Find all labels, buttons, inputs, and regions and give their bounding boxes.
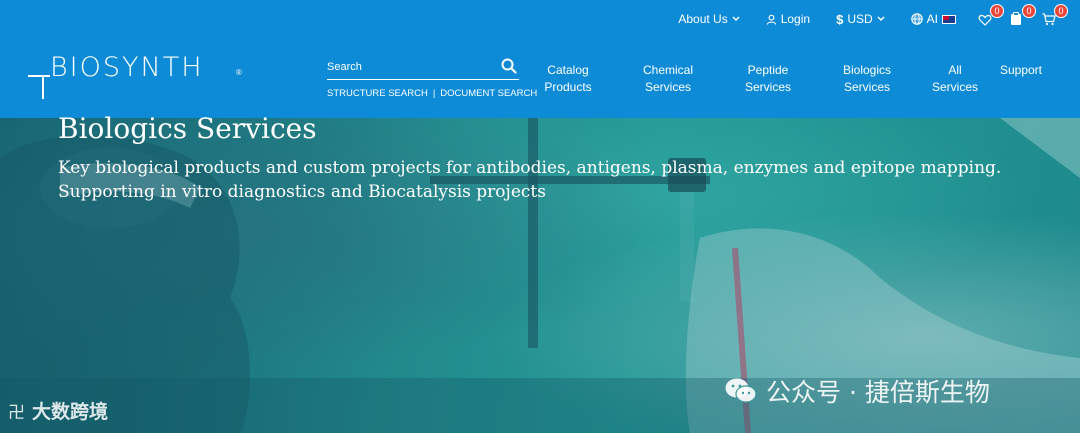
search-icon[interactable] bbox=[501, 58, 517, 74]
cart-count-badge: 0 bbox=[1054, 4, 1068, 18]
logo-mark bbox=[28, 75, 50, 99]
nav-item-label: Services bbox=[931, 80, 979, 94]
nav-item-label: Peptide bbox=[747, 63, 789, 77]
dollar-icon: $ bbox=[836, 11, 844, 27]
login-link[interactable]: Login bbox=[766, 12, 810, 26]
logo-text: BIOSYNTH bbox=[50, 52, 204, 83]
watermark-left-text: 大数跨境 bbox=[32, 401, 109, 423]
hero-subtitle-line-1: Key biological products and custom proje… bbox=[58, 158, 1002, 178]
nav-peptide-services[interactable]: Peptide Services bbox=[745, 62, 791, 96]
about-us-dropdown[interactable]: About Us bbox=[678, 12, 740, 26]
wechat-icon bbox=[725, 378, 757, 403]
watermark-logo-icon: 卍 bbox=[8, 403, 25, 423]
chevron-down-icon bbox=[732, 16, 740, 21]
wishlist-count-badge: 0 bbox=[990, 4, 1004, 18]
utility-bar: About Us Login $ USD AI 0 0 0 bbox=[678, 4, 1068, 30]
nav-item-label: Products bbox=[544, 80, 592, 94]
quote-button[interactable]: 0 bbox=[1010, 4, 1036, 28]
clipboard-icon bbox=[1011, 12, 1021, 25]
nav-item-label: Catalog bbox=[547, 63, 589, 77]
wishlist-button[interactable]: 0 bbox=[978, 4, 1004, 28]
biosynth-logo[interactable]: BIOSYNTH ® bbox=[28, 52, 250, 102]
cart-icon bbox=[1042, 13, 1056, 26]
hero-subtitle: Key biological products and custom proje… bbox=[58, 156, 1038, 204]
site-header: About Us Login $ USD AI 0 0 0 BIOSYNTH ®… bbox=[0, 0, 1080, 118]
nav-item-label: Biologics bbox=[842, 63, 892, 77]
language-selector[interactable]: AI bbox=[910, 12, 956, 26]
nav-item-label: Chemical bbox=[642, 63, 694, 77]
watermark-right-text: 公众号 · 捷倍斯生物 bbox=[766, 378, 990, 407]
watermark-left: 卍 大数跨境 bbox=[8, 397, 108, 424]
nav-item-label: Support bbox=[999, 63, 1043, 77]
currency-selector[interactable]: $ USD bbox=[836, 12, 885, 27]
nav-item-label: All bbox=[948, 63, 962, 77]
chevron-down-icon bbox=[877, 16, 885, 21]
search-links: STRUCTURE SEARCH | DOCUMENT SEARCH bbox=[327, 88, 537, 99]
search-links-separator: | bbox=[432, 88, 436, 99]
search-input[interactable] bbox=[327, 56, 497, 78]
user-icon bbox=[766, 14, 776, 25]
watermark-right: 公众号 · 捷倍斯生物 bbox=[724, 373, 990, 409]
registered-mark: ® bbox=[236, 68, 242, 77]
hero-title: Biologics Services bbox=[58, 112, 317, 145]
flag-icon bbox=[942, 14, 956, 24]
globe-icon bbox=[910, 13, 923, 25]
quote-count-badge: 0 bbox=[1022, 4, 1036, 18]
heart-icon bbox=[978, 14, 992, 26]
nav-item-label: Services bbox=[744, 80, 792, 94]
nav-catalog-products[interactable]: Catalog Products bbox=[544, 62, 591, 96]
cart-button[interactable]: 0 bbox=[1042, 4, 1068, 28]
nav-biologics-services[interactable]: Biologics Services bbox=[843, 62, 891, 96]
nav-item-label: Services bbox=[644, 80, 692, 94]
document-search-link[interactable]: DOCUMENT SEARCH bbox=[440, 88, 537, 99]
search-block: STRUCTURE SEARCH | DOCUMENT SEARCH bbox=[327, 56, 537, 99]
nav-chemical-services[interactable]: Chemical Services bbox=[643, 62, 693, 96]
nav-item-label: Services bbox=[843, 80, 890, 94]
nav-support[interactable]: Support bbox=[1000, 62, 1042, 79]
about-us-label: About Us bbox=[678, 12, 728, 26]
nav-all-services[interactable]: All Services bbox=[932, 62, 978, 96]
hero-subtitle-line-2: Supporting in vitro diagnostics and Bioc… bbox=[58, 182, 546, 202]
structure-search-link[interactable]: STRUCTURE SEARCH bbox=[327, 88, 428, 99]
account-icons: 0 0 0 bbox=[978, 4, 1068, 28]
search-row bbox=[327, 56, 519, 80]
login-label: Login bbox=[780, 12, 811, 26]
currency-label: USD bbox=[847, 12, 873, 26]
language-label: AI bbox=[926, 12, 938, 26]
